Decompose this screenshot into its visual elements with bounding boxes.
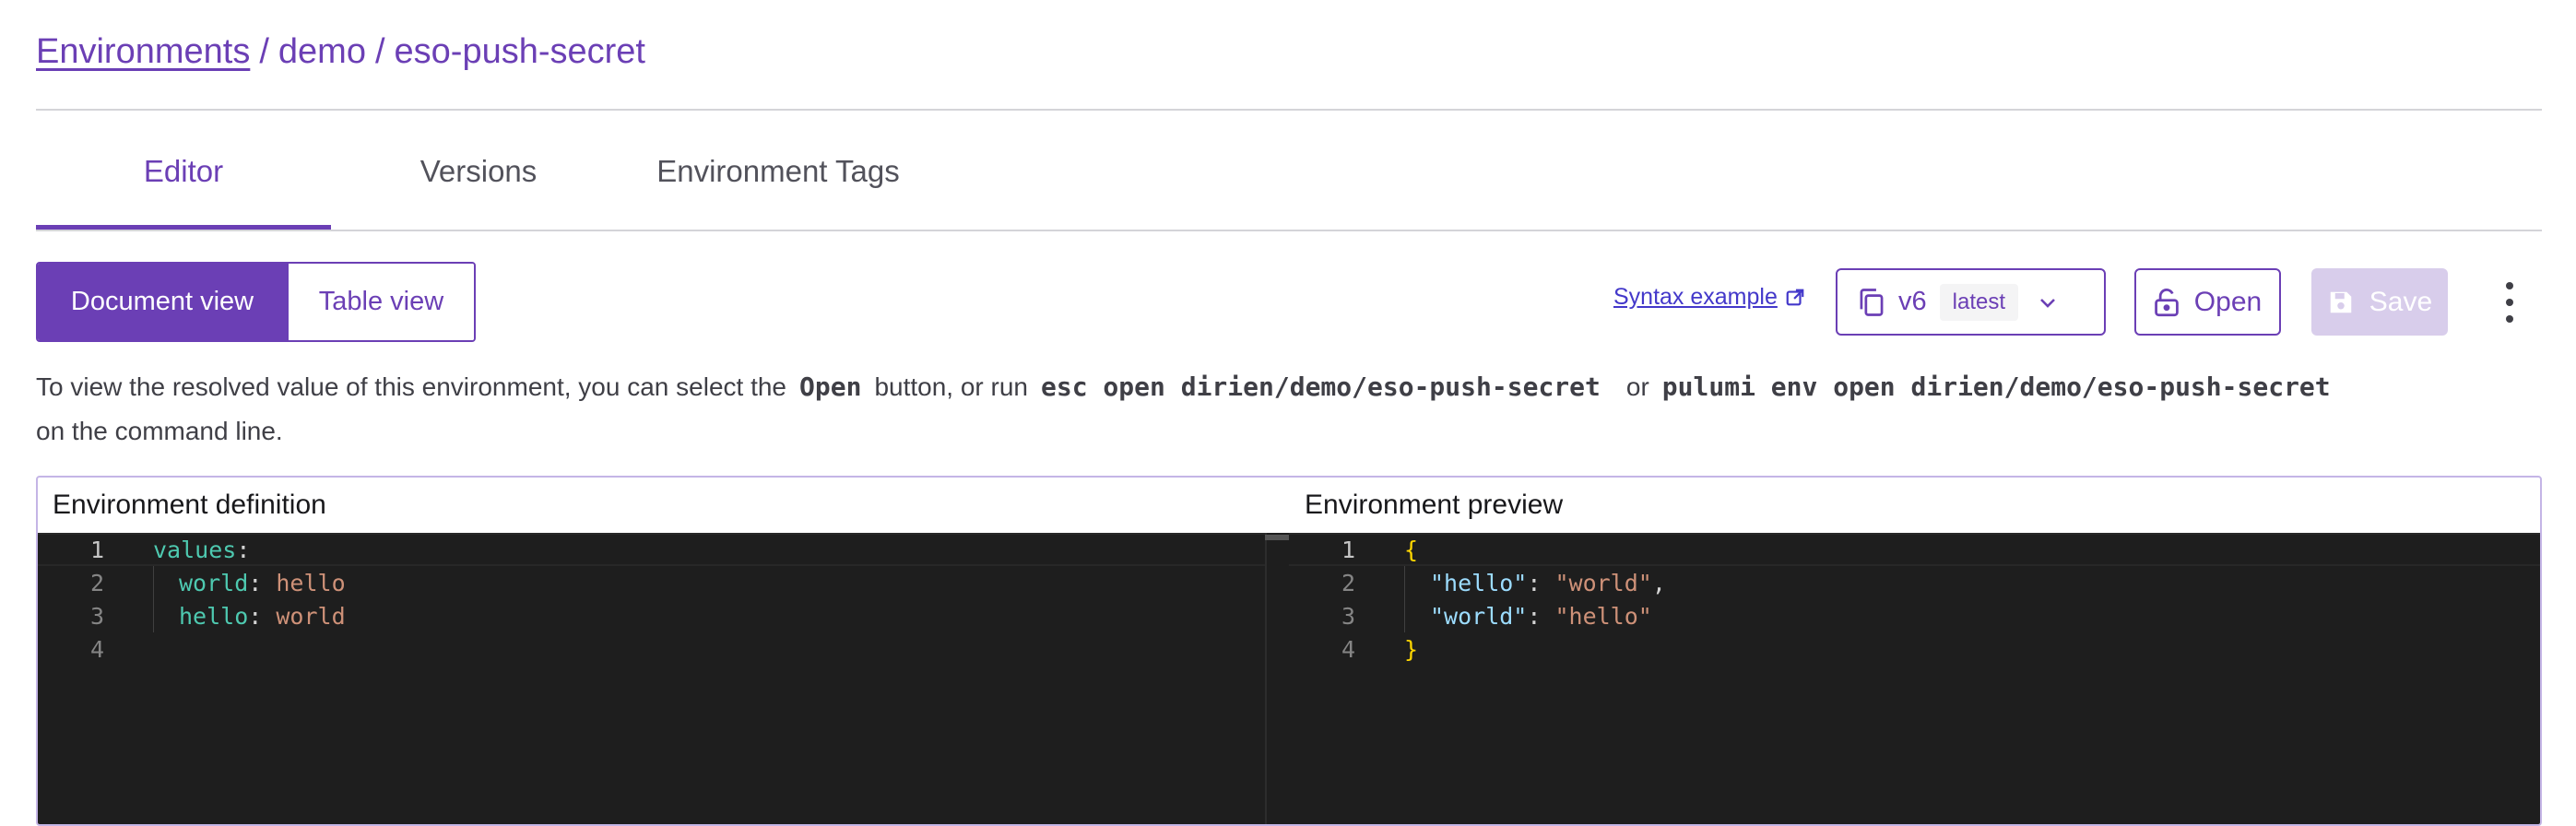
pulumi-command: pulumi env open dirien/demo/eso-push-sec… bbox=[1661, 372, 2331, 402]
yaml-key: values bbox=[153, 536, 237, 563]
view-toggle: Document view Table view bbox=[36, 262, 476, 342]
tab-editor[interactable]: Editor bbox=[36, 112, 331, 230]
info-open-keyword: Open bbox=[799, 372, 862, 402]
scrollbar-thumb[interactable] bbox=[1265, 535, 1289, 540]
json-close-brace: } bbox=[1404, 635, 1419, 663]
yaml-punct: : bbox=[248, 569, 277, 596]
breadcrumb-separator: / bbox=[374, 32, 385, 71]
current-line-highlight bbox=[1289, 533, 2540, 566]
save-button[interactable]: Save bbox=[2311, 268, 2448, 336]
code-line: 2 world: hello bbox=[38, 566, 346, 599]
save-button-label: Save bbox=[2369, 286, 2433, 317]
json-value: "hello" bbox=[1554, 602, 1652, 630]
info-part4: on the command line. bbox=[36, 417, 283, 445]
code-line: 4 bbox=[38, 632, 104, 666]
chevron-down-icon bbox=[2040, 298, 2055, 308]
save-icon bbox=[2330, 291, 2352, 313]
yaml-key: world bbox=[179, 569, 249, 596]
code-line: 1 { bbox=[1289, 533, 1418, 566]
json-sep: : bbox=[1527, 569, 1555, 596]
info-part1: To view the resolved value of this envir… bbox=[36, 372, 786, 401]
json-sep: : bbox=[1527, 602, 1555, 630]
line-number: 4 bbox=[89, 635, 104, 663]
editor-splitter[interactable] bbox=[1265, 533, 1291, 824]
yaml-value: hello bbox=[276, 569, 346, 596]
table-view-button[interactable]: Table view bbox=[287, 264, 474, 340]
open-button[interactable]: Open bbox=[2134, 268, 2281, 336]
preview-code-editor[interactable]: 1 { 2 "hello": "world", 3 "world": "hell… bbox=[1289, 533, 2540, 824]
tabs-divider bbox=[36, 230, 2542, 231]
unlock-icon bbox=[2154, 288, 2179, 316]
definition-code-editor[interactable]: 1 values: 2 world: hello 3 hello: world … bbox=[38, 533, 1265, 824]
tab-bar: Editor Versions Environment Tags bbox=[36, 112, 2542, 230]
yaml-key: hello bbox=[179, 602, 249, 630]
definition-title: Environment definition bbox=[53, 490, 326, 520]
line-number: 2 bbox=[89, 569, 104, 596]
breadcrumb-separator: / bbox=[259, 32, 269, 71]
line-number: 2 bbox=[1341, 569, 1355, 596]
document-view-button[interactable]: Document view bbox=[38, 264, 287, 340]
line-number: 3 bbox=[1341, 602, 1355, 630]
code-line: 3 "world": "hello" bbox=[1289, 599, 1652, 632]
esc-command: esc open dirien/demo/eso-push-secret bbox=[1041, 372, 1601, 402]
breadcrumb-environments-link[interactable]: Environments bbox=[36, 32, 250, 71]
info-part3: or bbox=[1625, 372, 1649, 401]
json-value: "world" bbox=[1554, 569, 1652, 596]
info-part2: button, or run bbox=[874, 372, 1028, 401]
kebab-menu-icon[interactable] bbox=[2500, 282, 2519, 323]
line-number: 4 bbox=[1341, 635, 1355, 663]
json-key: "world" bbox=[1430, 602, 1528, 630]
yaml-punct: : bbox=[248, 602, 277, 630]
line-number: 1 bbox=[89, 536, 104, 563]
syntax-example-label: Syntax example bbox=[1613, 284, 1778, 310]
json-key: "hello" bbox=[1430, 569, 1528, 596]
breadcrumb-project: demo bbox=[278, 32, 366, 71]
external-link-icon bbox=[1786, 289, 1804, 305]
json-open-brace: { bbox=[1404, 536, 1419, 563]
yaml-punct: : bbox=[236, 536, 251, 563]
copy-icon bbox=[1860, 288, 1884, 316]
code-line: 4 } bbox=[1289, 632, 1418, 666]
version-label: v6 bbox=[1898, 287, 1927, 316]
code-line: 1 values: bbox=[38, 533, 250, 566]
header-divider bbox=[36, 109, 2542, 111]
info-text: To view the resolved value of this envir… bbox=[36, 365, 2542, 454]
breadcrumb-environment: eso-push-secret bbox=[394, 32, 645, 71]
json-comma: , bbox=[1651, 569, 1666, 596]
tab-versions[interactable]: Versions bbox=[331, 112, 626, 230]
code-line: 3 hello: world bbox=[38, 599, 346, 632]
environment-editor-panel: Environment definition Environment previ… bbox=[36, 476, 2542, 826]
latest-badge: latest bbox=[1939, 283, 2019, 321]
line-number: 1 bbox=[1341, 536, 1355, 563]
preview-title: Environment preview bbox=[1305, 490, 1564, 520]
version-selector[interactable]: v6 latest bbox=[1836, 268, 2106, 336]
syntax-example-link[interactable]: Syntax example bbox=[1613, 284, 1805, 311]
open-button-label: Open bbox=[2193, 286, 2263, 317]
yaml-value: world bbox=[276, 602, 346, 630]
code-line: 2 "hello": "world", bbox=[1289, 566, 1666, 599]
tab-environment-tags[interactable]: Environment Tags bbox=[626, 112, 930, 230]
indent-guide bbox=[153, 566, 154, 632]
indent-guide bbox=[1404, 566, 1405, 632]
breadcrumb: Environments / demo / eso-push-secret bbox=[36, 24, 645, 79]
line-number: 3 bbox=[89, 602, 104, 630]
